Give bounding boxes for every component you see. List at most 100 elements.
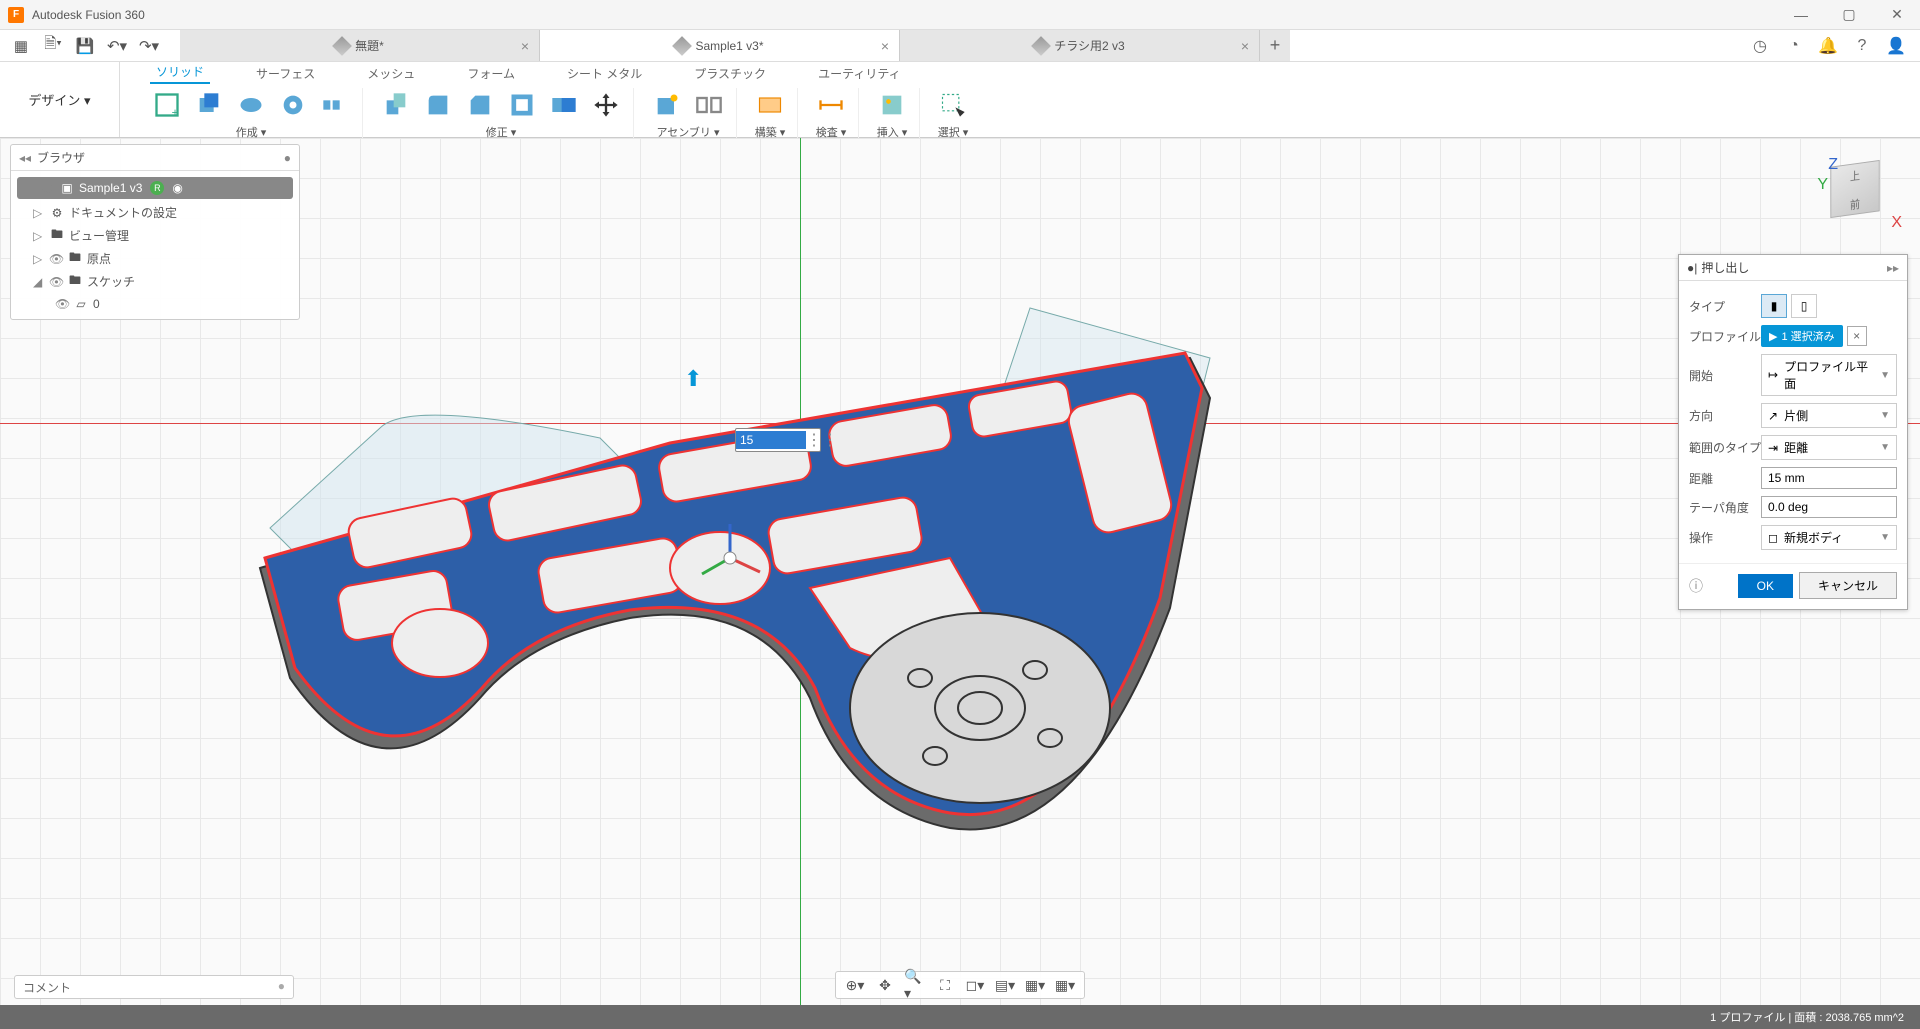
canvas-area[interactable]: ◂◂ ブラウザ ● ◢ 👁 ▣ Sample1 v3 R ◉ ▷ ⚙ ドキュメン… xyxy=(0,138,1920,1005)
document-tab[interactable]: チラシ用2 v3 × xyxy=(900,30,1260,61)
dimension-input-overlay[interactable]: ⋮⋮ xyxy=(735,428,821,452)
extent-select[interactable]: ⇥ 距離▼ xyxy=(1761,435,1897,460)
expand-icon[interactable]: ▷ xyxy=(33,252,45,266)
new-file-icon[interactable]: 🗎▾ xyxy=(42,35,64,57)
visibility-icon[interactable]: 👁 xyxy=(55,297,69,311)
extensions-icon[interactable]: ◷ xyxy=(1750,36,1770,56)
pin-icon[interactable]: ●| xyxy=(1687,261,1697,275)
expand-icon[interactable]: ◢ xyxy=(33,275,45,289)
joint-icon[interactable] xyxy=(692,88,726,122)
undo-icon[interactable]: ↶▾ xyxy=(106,35,128,57)
chamfer-icon[interactable] xyxy=(463,88,497,122)
component-icon[interactable] xyxy=(650,88,684,122)
ribbon-tab-surface[interactable]: サーフェス xyxy=(250,63,321,84)
taper-input[interactable]: 0.0 deg xyxy=(1761,496,1897,518)
revolve-icon[interactable] xyxy=(234,88,268,122)
status-text: 1 プロファイル | 面積 : 2038.765 mm^2 xyxy=(1710,1009,1904,1025)
redo-icon[interactable]: ↷▾ xyxy=(138,35,160,57)
drag-handle-icon[interactable]: ⋮⋮ xyxy=(806,430,820,450)
extrude-arrow-manipulator[interactable]: ⬆ xyxy=(684,366,702,392)
ribbon-tab-solid[interactable]: ソリッド xyxy=(150,61,210,84)
label-start: 開始 xyxy=(1689,367,1761,384)
ribbon-tab-plastic[interactable]: プラスチック xyxy=(688,63,772,84)
ok-button[interactable]: OK xyxy=(1738,574,1793,598)
shell-icon[interactable] xyxy=(505,88,539,122)
direction-select[interactable]: ↗ 片側▼ xyxy=(1761,403,1897,428)
browser-options-icon[interactable]: ● xyxy=(284,151,291,165)
browser-header[interactable]: ◂◂ ブラウザ ● xyxy=(11,145,299,171)
row-type: タイプ ▮ ▯ xyxy=(1689,294,1897,318)
zoom-icon[interactable]: 🔍▾ xyxy=(904,975,926,995)
lookat-icon[interactable]: ◻▾ xyxy=(964,975,986,995)
orbit-icon[interactable]: ⊕▾ xyxy=(844,975,866,995)
type-solid-button[interactable]: ▮ xyxy=(1761,294,1787,318)
expand-icon[interactable]: ▷ xyxy=(33,206,45,220)
tree-node-views[interactable]: ▷ 🖿 ビュー管理 xyxy=(11,224,299,247)
fit-icon[interactable]: ⛶ xyxy=(934,975,956,995)
fillet-icon[interactable] xyxy=(421,88,455,122)
save-icon[interactable]: 💾 xyxy=(74,35,96,57)
model-viewport[interactable] xyxy=(210,248,1230,858)
notifications-icon[interactable]: 🔔 xyxy=(1818,36,1838,56)
expand-icon[interactable]: ▸▸ xyxy=(1887,261,1899,275)
minimize-button[interactable]: — xyxy=(1786,0,1816,30)
label-type: タイプ xyxy=(1689,298,1761,315)
grid-icon[interactable]: ▦▾ xyxy=(1024,975,1046,995)
tree-root[interactable]: ◢ 👁 ▣ Sample1 v3 R ◉ xyxy=(17,177,293,199)
hole-icon[interactable] xyxy=(276,88,310,122)
user-avatar-icon[interactable]: 👤 xyxy=(1886,36,1906,56)
dimension-input[interactable] xyxy=(736,431,806,449)
document-tab[interactable]: 無題* × xyxy=(180,30,540,61)
apps-grid-icon[interactable]: ▦ xyxy=(10,35,32,57)
viewport-icon[interactable]: ▦▾ xyxy=(1054,975,1076,995)
cancel-button[interactable]: キャンセル xyxy=(1799,572,1897,599)
clear-profile-button[interactable]: × xyxy=(1847,326,1867,346)
visibility-icon[interactable]: 👁 xyxy=(41,181,55,195)
visibility-icon[interactable]: 👁 xyxy=(49,252,63,266)
info-icon[interactable]: ⓘ xyxy=(1689,576,1703,596)
ribbon-tab-form[interactable]: フォーム xyxy=(461,63,521,84)
close-tab-icon[interactable]: × xyxy=(881,38,889,54)
ribbon-tab-utility[interactable]: ユーティリティ xyxy=(812,63,907,84)
combine-icon[interactable] xyxy=(547,88,581,122)
dialog-header[interactable]: ●| 押し出し ▸▸ xyxy=(1679,255,1907,281)
plane-icon[interactable] xyxy=(753,88,787,122)
jobs-icon[interactable]: ◔ xyxy=(1784,36,1804,56)
viewcube[interactable]: 上 前 Z Y X xyxy=(1822,158,1892,228)
profile-selection-chip[interactable]: ▶ 1 選択済み xyxy=(1761,325,1843,347)
ribbon-tab-sheetmetal[interactable]: シート メタル xyxy=(561,63,648,84)
node-label: 0 xyxy=(93,297,100,311)
visibility-icon[interactable]: 👁 xyxy=(49,275,63,289)
target-icon[interactable]: ◉ xyxy=(172,181,182,195)
move-icon[interactable] xyxy=(589,88,623,122)
display-icon[interactable]: ▤▾ xyxy=(994,975,1016,995)
close-tab-icon[interactable]: × xyxy=(521,38,529,54)
close-window-button[interactable]: ✕ xyxy=(1882,0,1912,30)
measure-icon[interactable] xyxy=(814,88,848,122)
insert-icon[interactable] xyxy=(875,88,909,122)
expand-icon[interactable]: ▷ xyxy=(33,229,45,243)
close-tab-icon[interactable]: × xyxy=(1241,38,1249,54)
collapse-icon[interactable]: ◂◂ xyxy=(19,151,31,165)
comment-input[interactable]: コメント ● xyxy=(14,975,294,999)
chevron-up-icon[interactable]: ● xyxy=(278,979,285,993)
document-tab[interactable]: Sample1 v3* × xyxy=(540,30,900,61)
maximize-button[interactable]: ▢ xyxy=(1834,0,1864,30)
expand-icon[interactable]: ◢ xyxy=(25,181,37,195)
sketch-icon[interactable]: + xyxy=(150,88,184,122)
label-taper: テーパ角度 xyxy=(1689,499,1761,516)
help-icon[interactable]: ? xyxy=(1852,36,1872,56)
operation-select[interactable]: ◻ 新規ボディ▼ xyxy=(1761,525,1897,550)
type-thin-button[interactable]: ▯ xyxy=(1791,294,1817,318)
ribbon-tab-mesh[interactable]: メッシュ xyxy=(361,63,421,84)
select-icon[interactable] xyxy=(936,88,970,122)
pattern-icon[interactable] xyxy=(318,88,352,122)
workspace-switcher[interactable]: デザイン ▾ xyxy=(0,62,120,137)
presspull-icon[interactable] xyxy=(379,88,413,122)
distance-input[interactable]: 15 mm xyxy=(1761,467,1897,489)
pan-icon[interactable]: ✥ xyxy=(874,975,896,995)
tree-node-document-settings[interactable]: ▷ ⚙ ドキュメントの設定 xyxy=(11,201,299,224)
extrude-icon[interactable] xyxy=(192,88,226,122)
add-tab-button[interactable]: + xyxy=(1260,30,1290,61)
start-select[interactable]: ↦ プロファイル平面▼ xyxy=(1761,354,1897,396)
